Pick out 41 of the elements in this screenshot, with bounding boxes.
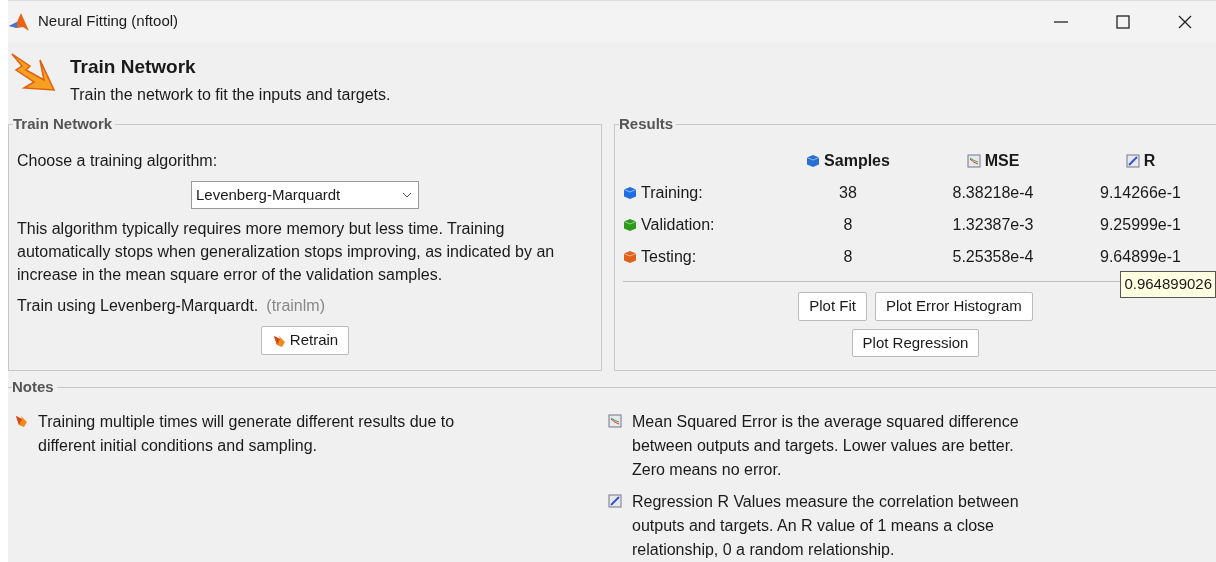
note-text: Regression R Values measure the correlation between outputs and targets. An R value of 1 means a close relationship, 0 a random relationship. xyxy=(632,492,1020,560)
row-label: Training: xyxy=(641,183,703,204)
row-label: Validation: xyxy=(641,215,715,236)
note-text: Mean Squared Error is the average squared difference between outputs and targets. Lower values are better. Zero means no error. xyxy=(632,412,1020,480)
algorithm-description: This algorithm typically requires more memory but less time. Training automatically stops when generalization stops improving, as indicated by an increase in the mean square error of the validation samples. xyxy=(17,219,556,286)
header-title: Train Network xyxy=(70,56,197,79)
column-header: MSE xyxy=(984,151,1020,172)
note-text: Training multiple times will generate different results due to different initial conditions and sampling. xyxy=(38,412,456,456)
algorithm-label: Choose a training algorithm: xyxy=(17,151,219,172)
flame-icon xyxy=(14,414,28,428)
table-cell: 8.38218e-4 xyxy=(952,184,1034,202)
regression-icon xyxy=(608,494,622,508)
table-cell: 5.25358e-4 xyxy=(952,248,1034,266)
table-cell: 9.64899e-1 xyxy=(1100,248,1181,266)
table-cell: 8 xyxy=(843,248,853,266)
column-header: R xyxy=(1143,151,1156,172)
tooltip: 0.964899026 xyxy=(1120,271,1216,298)
plot-button[interactable]: Plot Fit xyxy=(798,292,867,321)
caret-icon xyxy=(402,192,412,199)
window-title: Neural Fitting (nftool) xyxy=(38,11,179,32)
training-function-text: Train using Levenberg-Marquardt. xyxy=(17,297,259,315)
close-icon xyxy=(1178,14,1192,29)
plot-button[interactable]: Plot Error Histogram xyxy=(874,292,1033,321)
retrain-button[interactable]: Retrain xyxy=(260,326,350,355)
flame-icon xyxy=(271,333,286,348)
header-subtitle: Train the network to fit the inputs and targets. xyxy=(70,84,391,105)
maximize-icon xyxy=(1116,14,1130,29)
plot-button[interactable]: Plot Regression xyxy=(851,328,980,358)
table-cell: 9.25999e-1 xyxy=(1100,216,1181,234)
column-header: Samples xyxy=(824,151,890,172)
minimize-icon xyxy=(1054,20,1068,23)
table-cell: 9.14266e-1 xyxy=(1100,184,1181,202)
training-function-code: (trainlm) xyxy=(266,297,325,315)
table-cell: 38 xyxy=(839,184,857,202)
error-plot-icon xyxy=(966,154,981,169)
error-plot-icon xyxy=(608,414,622,428)
regression-icon xyxy=(1125,154,1140,169)
table-cell: 1.32387e-3 xyxy=(952,216,1034,234)
table-cell: 8 xyxy=(843,216,853,234)
algorithm-dropdown[interactable]: Levenberg-Marquardt xyxy=(191,181,419,210)
row-label: Testing: xyxy=(641,247,697,268)
